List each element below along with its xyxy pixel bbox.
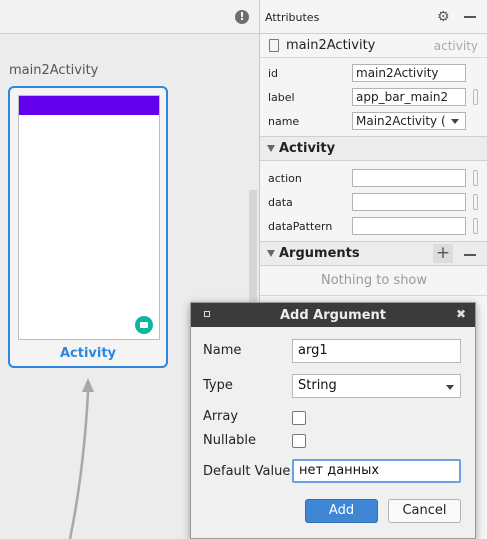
collapse-icon — [267, 145, 275, 152]
type-label: Type — [203, 378, 233, 393]
arguments-section-header[interactable]: Arguments + — [260, 241, 487, 266]
prop-id-field[interactable]: main2Activity — [352, 64, 466, 82]
prop-action-field[interactable] — [352, 169, 466, 187]
activity-icon — [269, 39, 279, 52]
prop-action-browse-button[interactable] — [473, 170, 478, 186]
type-select-value: String — [298, 378, 337, 393]
array-checkbox[interactable] — [292, 411, 306, 425]
prop-name-value: Main2Activity ( — [356, 114, 446, 128]
chevron-down-icon — [451, 119, 459, 124]
prop-data-browse-button[interactable] — [473, 194, 478, 210]
collapse-icon — [267, 250, 275, 257]
component-type: activity — [433, 39, 478, 53]
activity-section-header[interactable]: Activity — [260, 136, 487, 161]
prop-datapattern-field[interactable] — [352, 217, 466, 235]
name-label: Name — [203, 343, 242, 358]
gear-icon[interactable]: ⚙ — [437, 10, 451, 24]
destination-type-label: Activity — [59, 346, 117, 361]
add-icon[interactable]: + — [433, 244, 453, 263]
prop-label-field[interactable]: app_bar_main2 — [352, 88, 466, 106]
add-argument-dialog: Add Argument ✖ Name arg1 Type String Arr… — [190, 302, 476, 539]
dialog-titlebar[interactable]: Add Argument ✖ — [191, 303, 475, 327]
activity-section-title: Activity — [279, 141, 336, 156]
prop-datapattern-label: dataPattern — [268, 220, 333, 233]
prop-name-label: name — [268, 115, 300, 128]
prop-name-select[interactable]: Main2Activity ( — [352, 112, 466, 130]
prop-data-label: data — [268, 196, 293, 209]
prop-datapattern-browse-button[interactable] — [473, 218, 478, 234]
nullable-checkbox[interactable] — [292, 434, 306, 448]
prop-id-label: id — [268, 67, 279, 80]
chevron-down-icon — [446, 385, 454, 390]
app-bar-preview — [19, 96, 159, 115]
default-value-label: Default Value — [203, 464, 291, 479]
minimize-icon[interactable] — [464, 16, 476, 18]
name-input[interactable]: arg1 — [292, 339, 461, 363]
add-button[interactable]: Add — [305, 499, 378, 523]
nullable-label: Nullable — [203, 433, 257, 448]
type-select[interactable]: String — [292, 374, 461, 398]
component-name: main2Activity — [286, 38, 376, 53]
array-label: Array — [203, 409, 239, 424]
close-icon[interactable]: ✖ — [456, 307, 466, 321]
prop-data-field[interactable] — [352, 193, 466, 211]
arguments-empty-text: Nothing to show — [320, 273, 428, 288]
divider — [260, 295, 487, 296]
destination-card[interactable]: Activity — [8, 86, 168, 368]
arguments-section-title: Arguments — [279, 246, 360, 261]
default-value-input[interactable]: нет данных — [292, 459, 461, 483]
destination-label: main2Activity — [9, 63, 99, 78]
attributes-title: Attributes — [265, 11, 320, 24]
dialog-title: Add Argument — [279, 308, 387, 323]
cancel-button[interactable]: Cancel — [388, 499, 461, 523]
prop-label-label: label — [268, 91, 295, 104]
fab-mail-icon — [135, 316, 153, 334]
destination-preview — [18, 95, 160, 340]
attributes-header: Attributes ⚙ — [260, 0, 487, 34]
minimize-icon[interactable] — [464, 254, 476, 256]
prop-action-label: action — [268, 172, 302, 185]
component-row: main2Activity activity — [260, 34, 487, 58]
prop-label-browse-button[interactable] — [473, 89, 478, 105]
